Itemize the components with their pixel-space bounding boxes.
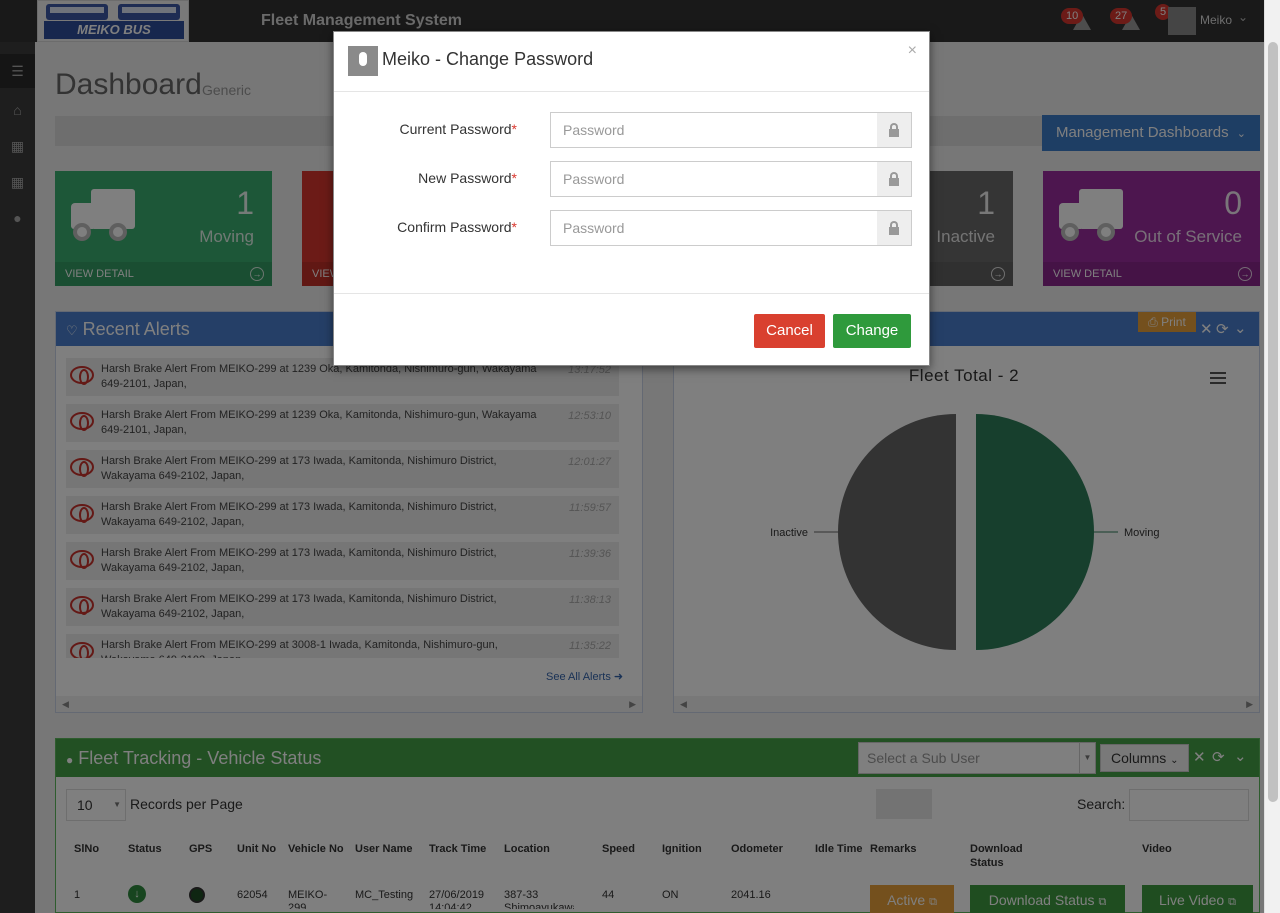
change-password-modal: Meiko - Change Password × Current Passwo… — [333, 31, 930, 366]
confirm-password-input[interactable] — [550, 210, 878, 246]
cancel-button[interactable]: Cancel — [754, 314, 825, 348]
current-password-input[interactable] — [550, 112, 878, 148]
label-text: Confirm Password — [397, 219, 512, 235]
lock-icon — [877, 210, 912, 246]
label-text: Current Password — [399, 121, 512, 137]
new-password-label: New Password* — [418, 170, 517, 186]
required-mark: * — [511, 219, 517, 235]
scrollbar-thumb[interactable] — [1268, 42, 1278, 802]
lock-icon — [877, 112, 912, 148]
new-password-input[interactable] — [550, 161, 878, 197]
modal-title: Meiko - Change Password — [382, 49, 594, 69]
user-avatar-icon — [348, 46, 378, 76]
label-text: New Password — [418, 170, 512, 186]
lock-icon — [877, 161, 912, 197]
modal-header: Meiko - Change Password × — [334, 32, 929, 92]
current-password-row: Current Password* — [334, 112, 929, 148]
change-button[interactable]: Change — [833, 314, 911, 348]
close-icon[interactable]: × — [908, 42, 917, 60]
confirm-password-row: Confirm Password* — [334, 210, 929, 246]
new-password-row: New Password* — [334, 161, 929, 197]
required-mark: * — [511, 170, 517, 186]
current-password-label: Current Password* — [400, 121, 518, 137]
modal-footer: Cancel Change — [334, 293, 929, 367]
confirm-password-label: Confirm Password* — [397, 219, 517, 235]
page-scrollbar[interactable] — [1264, 0, 1280, 913]
required-mark: * — [511, 121, 517, 137]
